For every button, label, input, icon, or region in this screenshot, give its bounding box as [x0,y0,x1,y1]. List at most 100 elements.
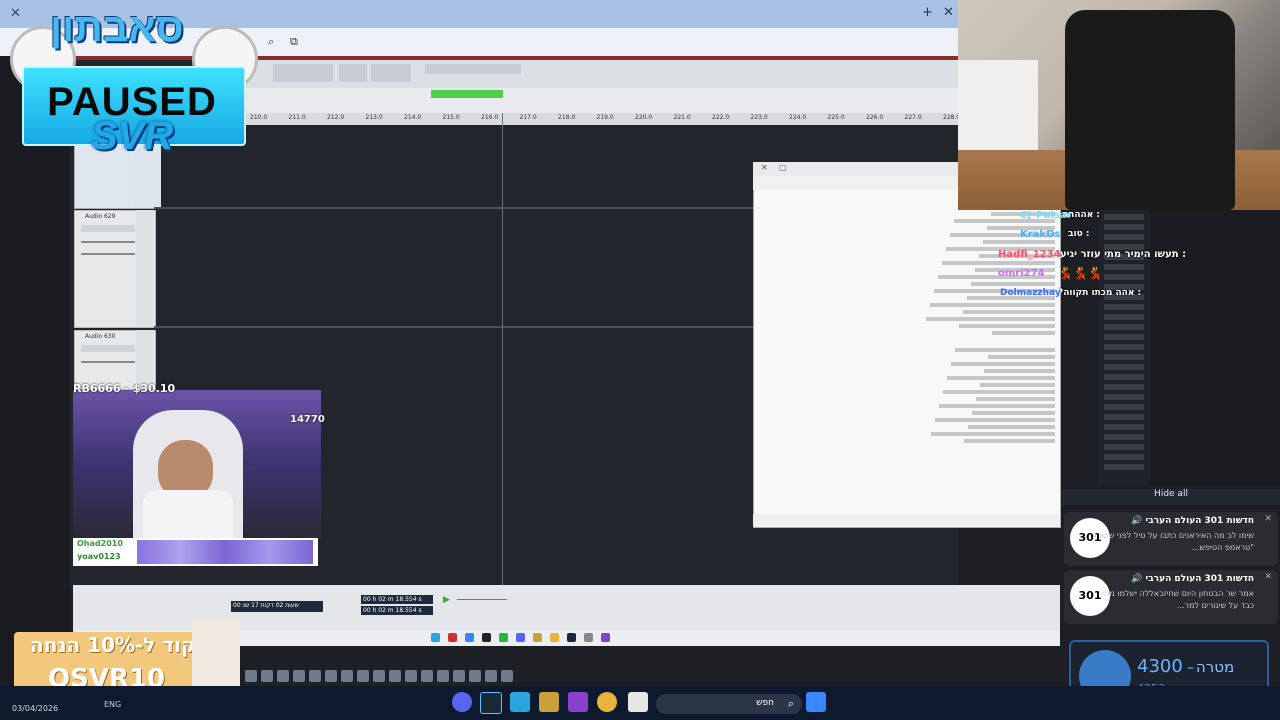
obs-icon[interactable] [568,692,588,712]
inner-taskbar-icon[interactable] [601,633,610,642]
close-icon[interactable]: ✕ [761,163,768,172]
playback-speed-slider[interactable] [457,599,507,600]
inner-taskbar-icon[interactable] [448,633,457,642]
discord-icon[interactable] [452,692,472,712]
daw-toolbar [245,60,958,88]
text-line [959,324,1055,328]
text-line [930,303,1055,307]
donation-label: RB6666 - $30.10 [73,382,176,395]
ruler-tick-label: 224.0 [789,114,807,121]
chat-thumbnail-row [1104,304,1144,310]
close-window-icon[interactable]: ✕ [943,5,954,20]
ruler-tick-label: 218.0 [558,114,576,121]
chat-username[interactable]: Dolmazzhay [1000,288,1061,298]
inner-taskbar-icon[interactable] [465,633,474,642]
text-window-statusbar [753,514,1059,526]
chat-thumbnail-row [1104,364,1144,370]
chat-thumbnail-row [1104,454,1144,460]
zoom-group[interactable] [339,64,367,82]
text-window [753,162,1061,528]
audio-waveform: Ohad2010 yoav0123 [73,538,318,566]
search-icon[interactable]: ⌕ [268,35,274,49]
inner-taskbar-icon[interactable] [516,633,525,642]
telegram-icon[interactable] [510,692,530,712]
waveform-bars [137,540,313,564]
ruler-tick-label: 219.0 [596,114,614,121]
notification-card[interactable]: 301 חדשות 301 העולם הערבי 🔊 אמר שר הבטחו… [1064,570,1278,624]
mute-button[interactable] [81,345,135,352]
track-label: Audio 630 [85,333,116,340]
chat-text: ?אהה מכתו תקווה : [1058,288,1142,298]
chat-username[interactable]: omri274 [998,268,1045,279]
svr-label: SVR [90,114,174,158]
chrome-icon[interactable] [597,692,617,712]
strip-thumbnail [245,670,257,682]
chat-username[interactable]: CJ_Pulsar [1020,210,1072,221]
strip-thumbnail [373,670,385,682]
ruler-tick-label: 226.0 [866,114,884,121]
effects-group[interactable] [371,64,411,82]
chat-thumbnail-row [1104,344,1144,350]
text-line [992,331,1055,335]
chat-username[interactable]: KrakDs [1020,229,1060,240]
text-line [935,418,1055,422]
notification-card[interactable]: 301 חדשות 301 העולם הערבי 🔊 שימו לב מה ה… [1064,512,1278,566]
tools-group[interactable] [273,64,333,82]
close-icon[interactable]: ✕ [1264,572,1272,582]
timeline-ruler[interactable]: 210.0 211.0 212.0 213.0 214.0 215.0 216.0 217.0… [245,113,960,125]
selection-start[interactable]: 00 h 02 m 18.554 s [361,595,433,604]
ruler-tick-label: 211.0 [288,114,306,121]
chat-username[interactable]: Hadfi_1234 [998,249,1061,260]
new-tab-icon[interactable]: + [922,5,933,20]
chat-thumbnail-row [1104,434,1144,440]
inner-taskbar-icon[interactable] [584,633,593,642]
chat-message: טוב : [1068,229,1096,239]
ruler-tick-label: 223.0 [750,114,768,121]
taskbar-search[interactable]: חפש ⌕ [656,694,802,714]
chat-thumbnail-row [1104,464,1144,470]
notification-title: חדשות 301 העולם הערבי 🔊 [1131,516,1254,526]
text-line [968,425,1055,429]
chat-message: תעשו הימיר מתי עוזר יגיע : [1060,249,1186,260]
meter-top [425,64,521,74]
hide-all-button[interactable]: Hide all [1062,489,1280,505]
inner-taskbar-icon[interactable] [499,633,508,642]
file-explorer-icon[interactable] [628,692,648,712]
close-icon[interactable]: ✕ [1264,514,1272,524]
steam-icon[interactable] [480,692,502,714]
inner-taskbar-icon[interactable] [533,633,542,642]
chat-thumbnail-row [1104,324,1144,330]
pan-slider[interactable] [81,253,135,255]
text-line [976,397,1055,401]
gain-slider[interactable] [81,241,135,243]
goal-dash: – [1187,660,1194,676]
inner-taskbar-icon[interactable] [550,633,559,642]
chat-thumbnail-row [1104,404,1144,410]
inner-taskbar-icon[interactable] [431,633,440,642]
selection-end[interactable]: 00 h 02 m 18.554 s [361,606,433,615]
screenshot-icon[interactable]: ⧉ [290,35,298,49]
track-meter-2 [136,210,154,326]
gain-slider[interactable] [81,361,135,363]
play-icon[interactable]: ▶ [443,595,450,605]
track-label: Audio 629 [85,213,116,220]
text-line [971,282,1055,286]
inner-taskbar-icon[interactable] [482,633,491,642]
maximize-icon[interactable]: ▢ [779,163,787,172]
close-icon[interactable]: ✕ [10,6,21,21]
mute-button[interactable] [81,225,135,232]
chat-thumbnail-row [1104,224,1144,230]
windows-start-icon[interactable] [806,692,826,712]
ruler-tick-label: 220.0 [635,114,653,121]
ruler-tick-label: 217.0 [519,114,537,121]
language-indicator[interactable]: ENG [104,700,121,709]
webcam-bed [958,60,1038,150]
chat-text: תעשו הימיר מתי עוזר יגיע : [1060,249,1187,260]
ruler-tick-label: 221.0 [673,114,691,121]
chat-thumbnail-row [1104,264,1144,270]
strip-thumbnail [277,670,289,682]
promo-headline: קוד ל-10% הנחה [30,633,196,657]
playhead[interactable] [502,113,503,588]
inner-taskbar-icon[interactable] [567,633,576,642]
app-icon[interactable] [539,692,559,712]
